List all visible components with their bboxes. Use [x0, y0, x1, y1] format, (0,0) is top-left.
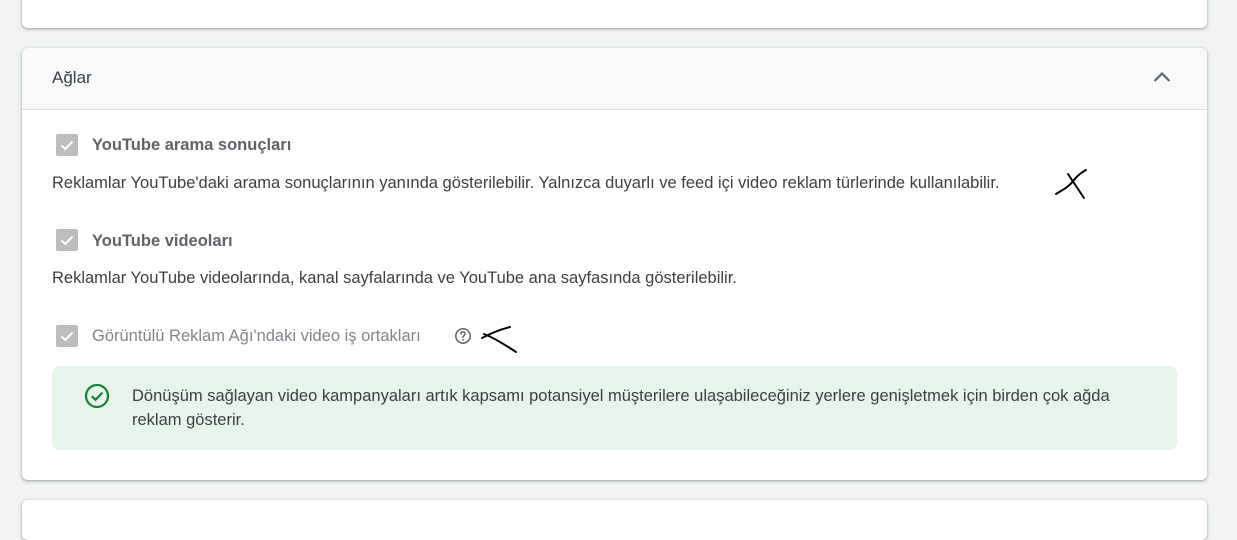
- youtube-videos-label: YouTube videoları: [92, 232, 233, 250]
- networks-panel: Ağlar YouTube arama sonuçları Reklamlar …: [22, 48, 1207, 480]
- handwritten-x-mark: [481, 326, 517, 353]
- youtube-search-results-description: Reklamlar YouTube'daki arama sonuçlarını…: [52, 174, 1000, 192]
- help-circle-icon[interactable]: [454, 327, 472, 345]
- handwritten-x-mark: [1055, 169, 1087, 199]
- youtube-search-results-checkbox[interactable]: [56, 134, 78, 156]
- check-circle-icon: [84, 383, 110, 409]
- next-section-card: [22, 500, 1207, 540]
- panel-title: Ağlar: [52, 68, 92, 87]
- display-network-partners-label: Görüntülü Reklam Ağı'ndaki video iş orta…: [92, 327, 421, 345]
- previous-section-card: [22, 0, 1207, 28]
- youtube-search-results-label: YouTube arama sonuçları: [92, 136, 292, 154]
- info-banner: Dönüşüm sağlayan video kampanyaları artı…: [52, 366, 1177, 450]
- checkmark-icon: [60, 235, 74, 246]
- chevron-up-icon[interactable]: [1150, 65, 1174, 89]
- youtube-videos-checkbox[interactable]: [56, 229, 78, 251]
- display-network-partners-checkbox[interactable]: [56, 325, 78, 347]
- checkmark-icon: [60, 140, 74, 151]
- youtube-videos-description: Reklamlar YouTube videolarında, kanal sa…: [52, 269, 737, 287]
- info-banner-text: Dönüşüm sağlayan video kampanyaları artı…: [132, 387, 1110, 429]
- networks-panel-header[interactable]: Ağlar: [22, 48, 1207, 110]
- checkmark-icon: [60, 331, 74, 342]
